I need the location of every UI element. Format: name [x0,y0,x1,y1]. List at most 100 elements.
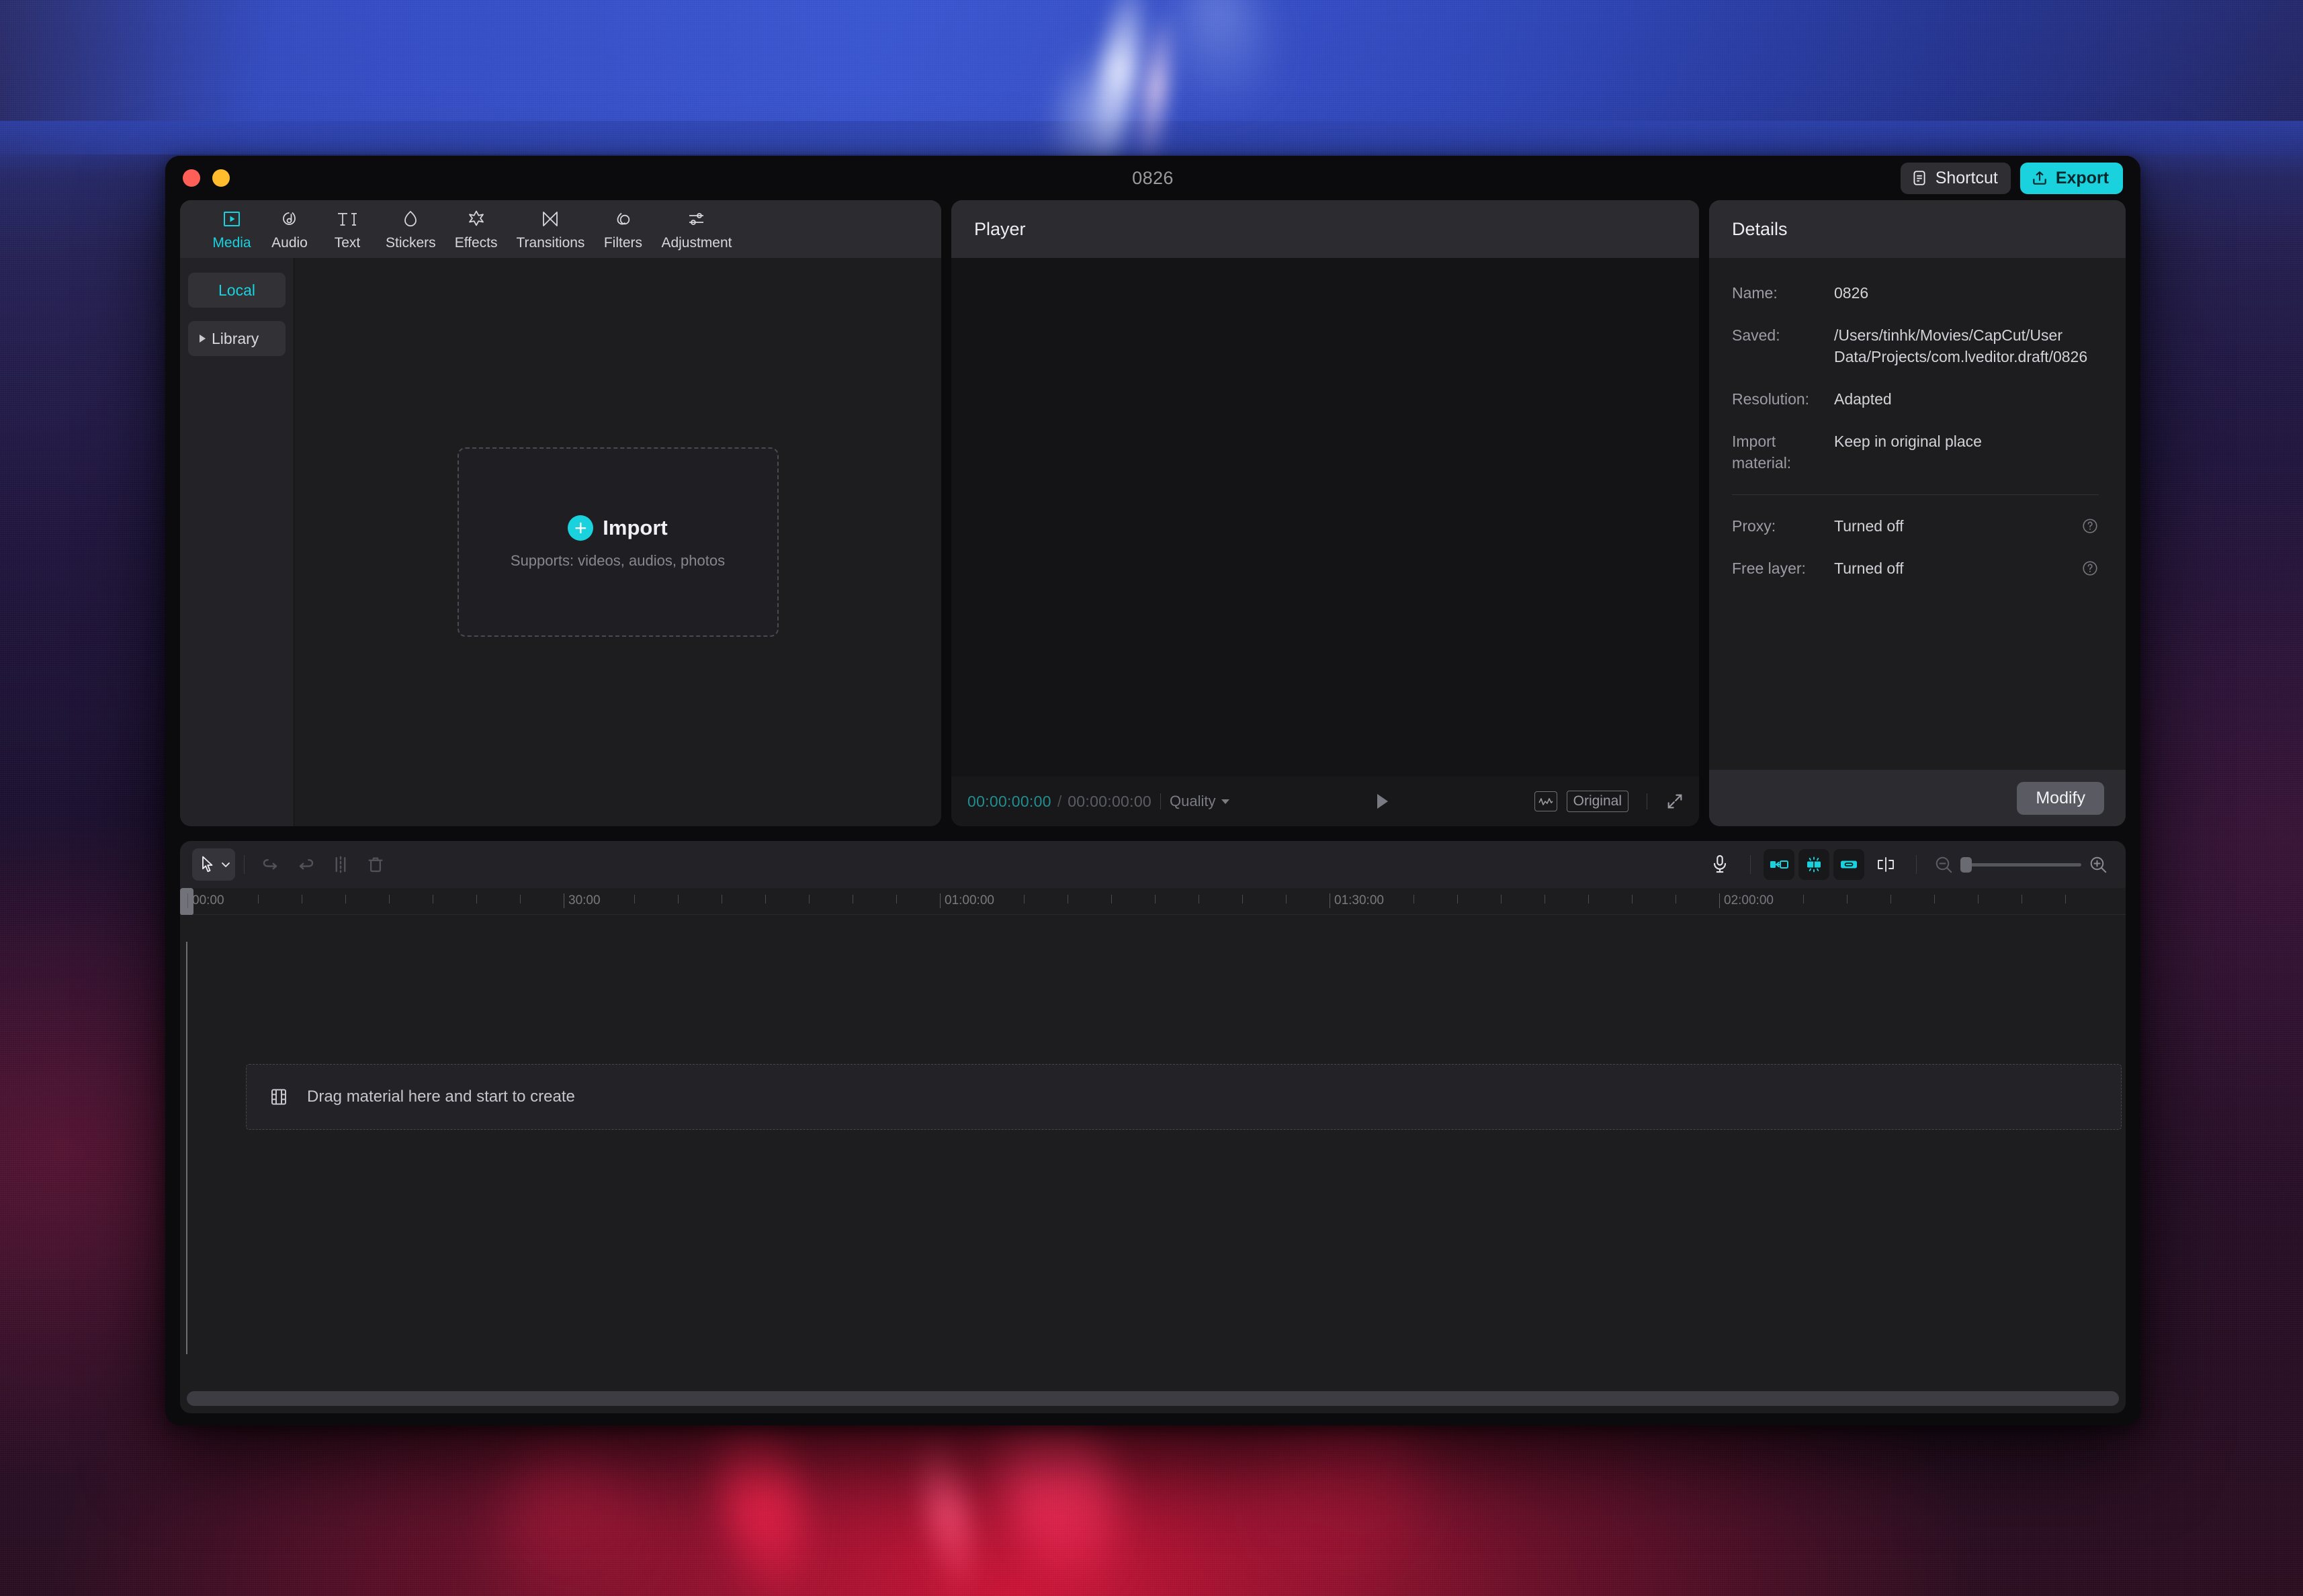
keyboard-icon [1911,169,1928,187]
ruler-label: 00:00 [187,893,224,908]
zoom-out-icon[interactable] [1933,854,1954,875]
tab-transitions[interactable]: Transitions [507,200,595,258]
top-region: Media Audio Text Stickers Effects Transi… [165,200,2140,826]
adjacent-split-button[interactable] [1868,848,1903,881]
timeline-zoom-slider[interactable] [1933,854,2108,875]
capcut-app-window: 0826 Shortcut Export Media Audio Text St… [165,156,2140,1425]
zoom-slider-thumb[interactable] [1960,856,1972,873]
tab-media-label: Media [212,234,251,251]
sidebar-item-local[interactable]: Local [188,273,286,308]
details-row-resolution: Resolution: Adapted [1732,388,2099,410]
tab-audio[interactable]: Audio [261,200,318,258]
cursor-tool-chevron-down-icon[interactable] [219,858,232,871]
details-row-saved: Saved: /Users/tinhk/Movies/CapCut/User D… [1732,324,2099,368]
fullscreen-icon[interactable] [1665,792,1684,811]
timeline-horizontal-scrollbar[interactable] [187,1391,2119,1406]
window-controls [183,169,230,187]
import-row: + Import [568,515,668,541]
ruler-label: 01:00:00 [940,893,994,908]
zoom-slider-track[interactable] [1960,856,2081,873]
shortcut-label: Shortcut [1935,168,1998,187]
tab-media[interactable]: Media [203,200,261,258]
sidebar-item-library-label: Library [212,329,259,347]
modify-button[interactable]: Modify [2017,781,2104,815]
details-footer: Modify [1709,770,2126,826]
details-row-free-layer: Free layer: Turned off [1732,558,2099,580]
divider [1750,855,1751,874]
timeline-tools-left [192,848,393,881]
ruler-label: 01:30:00 [1330,893,1384,908]
details-value: /Users/tinhk/Movies/CapCut/User Data/Pro… [1834,326,2088,366]
details-title: Details [1732,218,1788,239]
player-controls: 00:00:00:00 / 00:00:00:00 Quality Origin… [951,777,1699,826]
tab-bar: Media Audio Text Stickers Effects Transi… [180,200,941,258]
details-key: Resolution: [1732,390,1810,408]
adjustment-icon [686,208,707,230]
tab-text-label: Text [334,234,361,251]
minimize-button[interactable] [212,169,230,187]
tab-text[interactable]: Text [318,200,376,258]
close-button[interactable] [183,169,200,187]
track-gutter [180,915,246,1384]
microphone-button[interactable] [1702,848,1737,881]
redo-button[interactable] [288,848,323,881]
tab-filters[interactable]: Filters [594,200,652,258]
media-panel: Media Audio Text Stickers Effects Transi… [180,200,941,826]
media-sidebar: Local Library [180,258,294,826]
snap-magnet-button[interactable] [1798,849,1829,880]
waveform-icon[interactable] [1534,791,1557,811]
window-title: 0826 [1132,167,1174,188]
details-panel: Details Name: 0826 Saved: /Users/tinhk/M… [1709,200,2126,826]
tab-stickers-label: Stickers [386,234,436,251]
split-button[interactable] [323,848,358,881]
cursor-icon [199,854,216,875]
details-row-name: Name: 0826 [1732,282,2099,304]
current-timecode[interactable]: 00:00:00:00 [967,793,1051,811]
sidebar-item-library[interactable]: Library [188,321,286,356]
timeline-tracks[interactable]: Drag material here and start to create [180,915,2126,1384]
details-key: Import material: [1732,432,1792,472]
details-key: Free layer: [1732,559,1806,577]
title-bar: 0826 Shortcut Export [165,156,2140,200]
player-title: Player [974,218,1026,239]
quality-selector[interactable]: Quality [1170,793,1229,810]
tab-filters-label: Filters [603,234,643,251]
cursor-tool-button[interactable] [192,848,235,881]
player-panel: Player 00:00:00:00 / 00:00:00:00 Quality [951,200,1699,826]
player-stage[interactable] [951,258,1699,777]
link-button[interactable] [1833,849,1864,880]
quality-label: Quality [1170,793,1216,809]
tab-effects[interactable]: Effects [445,200,507,258]
help-icon[interactable] [2079,558,2099,577]
upload-icon [2031,169,2048,187]
total-timecode: 00:00:00:00 [1068,792,1152,810]
import-dropzone[interactable]: + Import Supports: videos, audios, photo… [457,447,779,637]
tab-stickers[interactable]: Stickers [376,200,445,258]
timeline-scroll-area [180,1384,2126,1413]
titlebar-actions: Shortcut Export [1900,162,2123,194]
details-key: Saved: [1732,326,1780,344]
tab-transitions-label: Transitions [516,234,585,251]
media-body: Local Library + Import Supports: videos,… [180,258,941,826]
details-value: Keep in original place [1834,432,1982,450]
timeline-ruler[interactable]: 00:00 30:00 01:00:00 01:30:00 02:00:00 [180,888,2126,915]
sidebar-item-local-label: Local [218,281,255,299]
shortcut-button[interactable]: Shortcut [1900,162,2011,194]
chevron-right-icon [200,335,206,343]
play-button[interactable] [1372,791,1392,812]
text-icon [336,208,359,230]
zoom-in-icon[interactable] [2088,854,2108,875]
import-subtitle: Supports: videos, audios, photos [510,551,726,569]
help-icon[interactable] [2079,515,2099,535]
delete-button[interactable] [358,848,393,881]
original-badge[interactable]: Original [1566,791,1628,812]
delete-gap-button[interactable] [1764,849,1794,880]
ruler-label: 30:00 [564,893,601,908]
chevron-down-icon [1221,799,1229,804]
plus-icon: + [568,515,594,541]
undo-button[interactable] [253,848,288,881]
tab-adjustment[interactable]: Adjustment [652,200,741,258]
export-button[interactable]: Export [2019,162,2123,194]
timeline-tools-right [1702,848,2108,881]
drop-material-track[interactable]: Drag material here and start to create [246,1064,2122,1130]
